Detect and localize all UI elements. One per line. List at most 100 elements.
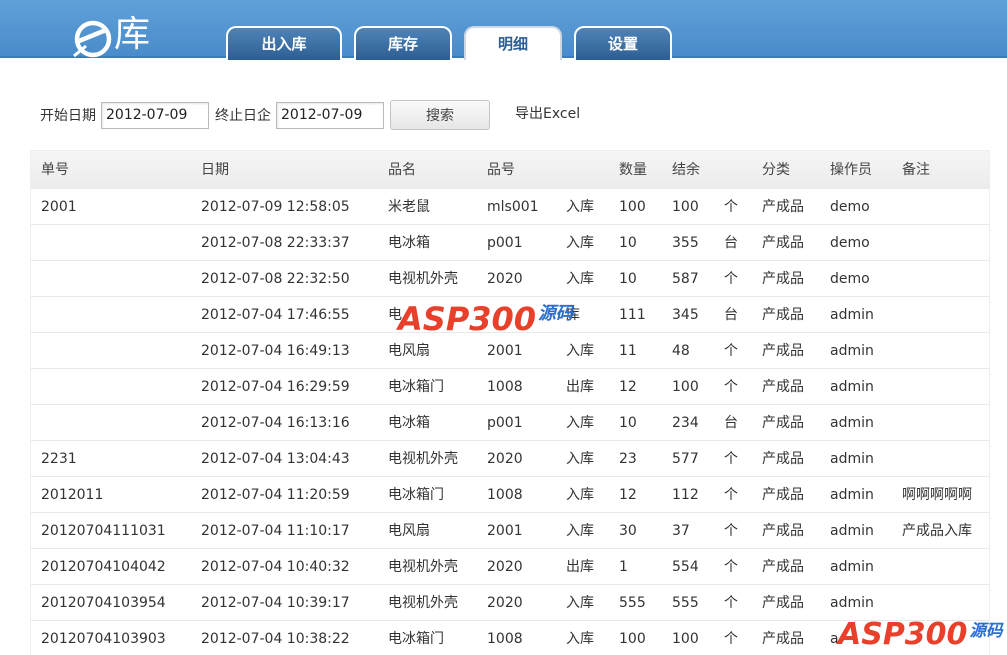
cell-operator: admin bbox=[830, 415, 874, 431]
cell-name: 电风扇 bbox=[388, 523, 430, 539]
cell-operator: admin bbox=[830, 487, 874, 503]
table-row[interactable]: 20120704111031 2012-07-04 11:10:17 电风扇 2001… bbox=[31, 513, 989, 549]
cell-date: 2012-07-04 16:29:59 bbox=[201, 379, 350, 395]
cell-unit: 个 bbox=[724, 451, 738, 467]
cell-date: 2012-07-04 16:49:13 bbox=[201, 343, 350, 359]
cell-category: 产成品 bbox=[762, 415, 804, 431]
table-row[interactable]: 20120704103903 2012-07-04 10:38:22 电冰箱门 100… bbox=[31, 621, 989, 655]
table-row[interactable]: 2231 2012-07-04 13:04:43 电视机外壳 2020 入库 23 577 个… bbox=[31, 441, 989, 477]
tab-settings[interactable]: 设置 bbox=[574, 26, 672, 60]
cell-unit: 个 bbox=[724, 631, 738, 647]
cell-id: 20120704103954 bbox=[41, 595, 166, 611]
cell-code: 2020 bbox=[487, 271, 523, 287]
cell-id: 2001 bbox=[41, 199, 77, 215]
cell-category: 产成品 bbox=[762, 235, 804, 251]
table-row[interactable]: 2012-07-08 22:33:37 电冰箱 p001 入库 10 355 台 产成品 dem… bbox=[31, 225, 989, 261]
cell-name: 电冰箱 bbox=[388, 235, 430, 251]
app-logo: 库 bbox=[72, 6, 150, 58]
table-row[interactable]: 2012-07-04 16:49:13 电风扇 2001 入库 11 48 个 产成品 admi… bbox=[31, 333, 989, 369]
cell-operator: demo bbox=[830, 199, 870, 215]
cell-name: 电冰箱门 bbox=[388, 379, 444, 395]
cell-code: 2001 bbox=[487, 523, 523, 539]
cell-name: 电视机外壳 bbox=[388, 451, 458, 467]
col-header-note: 备注 bbox=[902, 162, 930, 178]
cell-code: p001 bbox=[487, 235, 523, 251]
end-date-input[interactable] bbox=[276, 101, 384, 129]
cell-date: 2012-07-04 11:10:17 bbox=[201, 523, 350, 539]
cell-qty: 30 bbox=[619, 523, 637, 539]
cell-balance: 37 bbox=[672, 523, 690, 539]
table-row[interactable]: 2012-07-08 22:32:50 电视机外壳 2020 入库 10 587 个 产成品 d… bbox=[31, 261, 989, 297]
tab-inventory[interactable]: 库存 bbox=[354, 26, 452, 60]
cell-date: 2012-07-08 22:32:50 bbox=[201, 271, 350, 287]
col-header-code: 品号 bbox=[487, 162, 515, 178]
cell-unit: 台 bbox=[724, 307, 738, 323]
details-table: 单号 日期 品名 品号 数量 结余 分类 操作员 备注 2001 2012-07-… bbox=[30, 150, 990, 655]
cell-unit: 个 bbox=[724, 559, 738, 575]
cell-name: 米老鼠 bbox=[388, 199, 430, 215]
cell-operator: demo bbox=[830, 235, 870, 251]
cell-qty: 555 bbox=[619, 595, 646, 611]
cell-category: 产成品 bbox=[762, 631, 804, 647]
export-excel-link[interactable]: 导出Excel bbox=[515, 103, 580, 123]
cell-name: 电冰箱门 bbox=[388, 487, 444, 503]
cell-category: 产成品 bbox=[762, 271, 804, 287]
cell-type: 入库 bbox=[566, 343, 594, 359]
cell-operator: admin bbox=[830, 595, 874, 611]
cell-type: 库 bbox=[566, 307, 580, 323]
col-header-operator: 操作员 bbox=[830, 162, 872, 178]
cell-unit: 个 bbox=[724, 595, 738, 611]
cell-unit: 个 bbox=[724, 379, 738, 395]
table-row[interactable]: 20120704104042 2012-07-04 10:40:32 电视机外壳 20… bbox=[31, 549, 989, 585]
table-row[interactable]: 2001 2012-07-09 12:58:05 米老鼠 mls001 入库 100 100… bbox=[31, 189, 989, 225]
cell-type: 出库 bbox=[566, 379, 594, 395]
table-row[interactable]: 20120704103954 2012-07-04 10:39:17 电视机外壳 20… bbox=[31, 585, 989, 621]
cell-balance: 355 bbox=[672, 235, 699, 251]
table-row[interactable]: 2012-07-04 16:13:16 电冰箱 p001 入库 10 234 台 产成品 adm… bbox=[31, 405, 989, 441]
start-date-label: 开始日期 bbox=[40, 108, 96, 124]
cell-category: 产成品 bbox=[762, 595, 804, 611]
cell-id: 2012011 bbox=[41, 487, 104, 503]
cell-name: 电风扇 bbox=[388, 343, 430, 359]
cell-balance: 234 bbox=[672, 415, 699, 431]
cell-type: 入库 bbox=[566, 451, 594, 467]
cell-category: 产成品 bbox=[762, 199, 804, 215]
cell-balance: 345 bbox=[672, 307, 699, 323]
table-row[interactable]: 2012-07-04 16:29:59 电冰箱门 1008 出库 12 100 个 产成品 ad… bbox=[31, 369, 989, 405]
cell-date: 2012-07-04 13:04:43 bbox=[201, 451, 350, 467]
filter-bar: 开始日期 终止日企 搜索 bbox=[40, 100, 490, 130]
cell-operator: admin bbox=[830, 343, 874, 359]
cell-operator: admin bbox=[830, 451, 874, 467]
cell-note: 产成品入库 bbox=[902, 523, 972, 539]
cell-unit: 个 bbox=[724, 523, 738, 539]
cell-balance: 112 bbox=[672, 487, 699, 503]
cell-qty: 1 bbox=[619, 559, 628, 575]
start-date-input[interactable] bbox=[101, 101, 209, 129]
cell-qty: 12 bbox=[619, 487, 637, 503]
cell-name: 电 bbox=[388, 307, 402, 323]
cell-balance: 554 bbox=[672, 559, 699, 575]
cell-code: mls001 bbox=[487, 199, 539, 215]
e-logo-icon bbox=[72, 16, 112, 58]
search-button[interactable]: 搜索 bbox=[390, 100, 490, 130]
cell-date: 2012-07-04 10:39:17 bbox=[201, 595, 350, 611]
cell-date: 2012-07-04 11:20:59 bbox=[201, 487, 350, 503]
cell-balance: 48 bbox=[672, 343, 690, 359]
cell-date: 2012-07-04 16:13:16 bbox=[201, 415, 350, 431]
cell-qty: 12 bbox=[619, 379, 637, 395]
cell-qty: 10 bbox=[619, 271, 637, 287]
table-row[interactable]: 2012011 2012-07-04 11:20:59 电冰箱门 1008 入库 12 11… bbox=[31, 477, 989, 513]
cell-type: 入库 bbox=[566, 415, 594, 431]
cell-unit: 个 bbox=[724, 487, 738, 503]
cell-operator: admin bbox=[830, 379, 874, 395]
cell-balance: 100 bbox=[672, 199, 699, 215]
cell-name: 电冰箱 bbox=[388, 415, 430, 431]
cell-date: 2012-07-04 10:40:32 bbox=[201, 559, 350, 575]
cell-category: 产成品 bbox=[762, 451, 804, 467]
cell-operator: a bbox=[830, 631, 839, 647]
col-header-balance: 结余 bbox=[672, 162, 700, 178]
tab-stock-in-out[interactable]: 出入库 bbox=[226, 26, 342, 60]
table-row[interactable]: 2012-07-04 17:46:55 电 库 111 345 台 产成品 admin bbox=[31, 297, 989, 333]
cell-name: 电视机外壳 bbox=[388, 595, 458, 611]
tab-details[interactable]: 明细 bbox=[464, 26, 562, 60]
